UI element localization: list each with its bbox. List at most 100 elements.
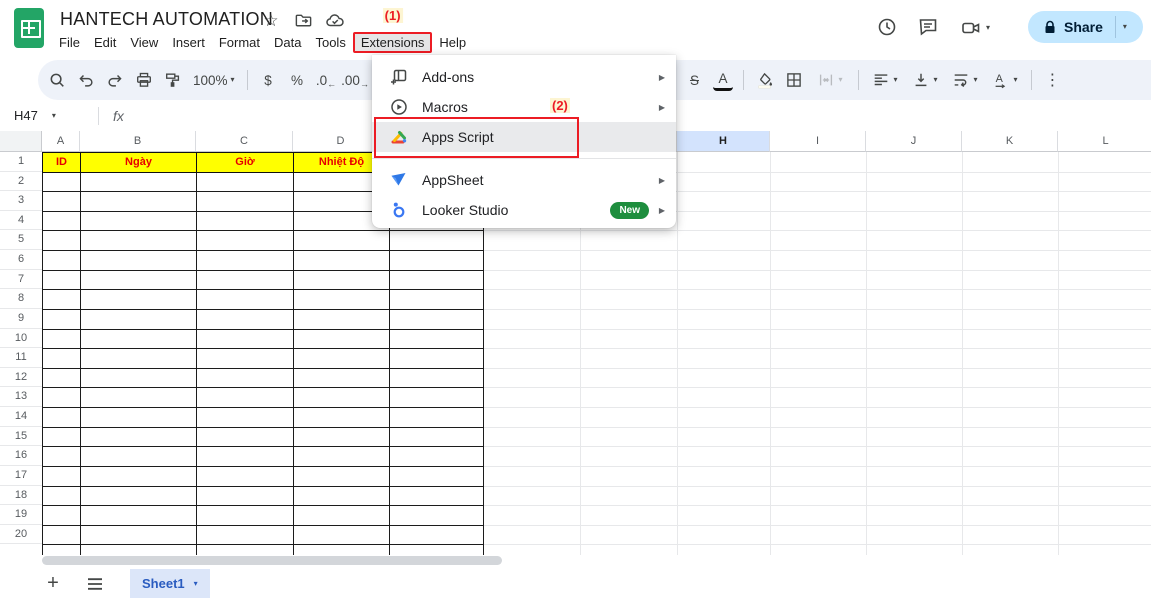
column-header-C[interactable]: C: [196, 131, 293, 152]
column-header-K[interactable]: K: [962, 131, 1058, 152]
row-header-1[interactable]: 1: [0, 152, 42, 172]
table-border: [42, 348, 484, 349]
text-rotation-icon[interactable]: A▾: [985, 66, 1025, 94]
toolbar-divider: [858, 70, 859, 90]
strikethrough-icon[interactable]: S: [680, 66, 709, 94]
table-border: [42, 407, 484, 408]
chevron-down-icon: ▾: [52, 112, 56, 120]
move-folder-icon[interactable]: [293, 11, 313, 31]
menu-item-add-ons[interactable]: Add-ons▶: [372, 62, 676, 92]
sheet-tab-active[interactable]: Sheet1 ▾: [130, 569, 210, 598]
redo-icon[interactable]: [100, 66, 129, 94]
table-border: [42, 486, 484, 487]
column-header-H[interactable]: H: [677, 131, 770, 152]
increase-decimal-icon[interactable]: .00→: [341, 66, 370, 94]
row-header-12[interactable]: 12: [0, 368, 42, 388]
cell-reference: H47: [14, 108, 38, 123]
row-header-18[interactable]: 18: [0, 486, 42, 506]
menubar-item-format[interactable]: Format: [212, 33, 267, 52]
name-box[interactable]: H47 ▾: [0, 108, 90, 123]
comments-icon[interactable]: [917, 16, 941, 40]
text-color-icon[interactable]: A: [713, 70, 733, 91]
row-header-14[interactable]: 14: [0, 407, 42, 427]
row-header-5[interactable]: 5: [0, 230, 42, 250]
format-percent-icon[interactable]: %: [283, 66, 312, 94]
column-header-L[interactable]: L: [1058, 131, 1151, 152]
looker-studio-icon: [389, 200, 409, 220]
fill-color-icon[interactable]: [750, 66, 779, 94]
text-wrapping-icon[interactable]: ▾: [945, 66, 985, 94]
row-header-4[interactable]: 4: [0, 211, 42, 231]
version-history-icon[interactable]: [876, 16, 900, 40]
menubar-item-file[interactable]: File: [52, 33, 87, 52]
row-header-16[interactable]: 16: [0, 446, 42, 466]
search-icon[interactable]: [42, 66, 71, 94]
table-border: [42, 466, 484, 467]
row-header-7[interactable]: 7: [0, 270, 42, 290]
horizontal-align-icon[interactable]: ▾: [865, 66, 905, 94]
zoom-selector[interactable]: 100%▾: [187, 73, 241, 88]
google-sheets-logo[interactable]: [14, 8, 44, 48]
toolbar-divider: [1031, 70, 1032, 90]
row-header-8[interactable]: 8: [0, 289, 42, 309]
format-currency-icon[interactable]: $: [254, 66, 283, 94]
menubar-item-help[interactable]: Help: [432, 33, 473, 52]
column-header-J[interactable]: J: [866, 131, 962, 152]
column-header-A[interactable]: A: [42, 131, 80, 152]
table-border: [42, 270, 484, 271]
cell-B1[interactable]: Ngày: [80, 152, 197, 173]
row-header-3[interactable]: 3: [0, 191, 42, 211]
sheet-tab-label: Sheet1: [142, 576, 185, 591]
grid-line: [677, 152, 678, 555]
menubar-item-edit[interactable]: Edit: [87, 33, 123, 52]
submenu-arrow-icon: ▶: [659, 176, 665, 185]
paint-format-icon[interactable]: [158, 66, 187, 94]
row-header-11[interactable]: 11: [0, 348, 42, 368]
table-border: [42, 505, 484, 506]
meet-presentation-button[interactable]: ▾: [960, 16, 998, 40]
cell-A1[interactable]: ID: [42, 152, 81, 173]
menu-item-appsheet[interactable]: AppSheet ▶: [372, 165, 676, 195]
table-border: [42, 368, 484, 369]
row-header-20[interactable]: 20: [0, 525, 42, 545]
all-sheets-menu-icon[interactable]: [84, 577, 106, 591]
menubar-item-view[interactable]: View: [123, 33, 165, 52]
row-header-19[interactable]: 19: [0, 505, 42, 525]
more-options-icon[interactable]: ⋮: [1038, 66, 1067, 94]
submenu-arrow-icon: ▶: [659, 206, 665, 215]
share-button[interactable]: Share ▾: [1028, 11, 1143, 43]
document-title[interactable]: HANTECH AUTOMATION: [60, 9, 273, 30]
column-header-I[interactable]: I: [770, 131, 866, 152]
fx-icon: fx: [113, 108, 124, 124]
lock-icon: [1043, 20, 1057, 35]
print-icon[interactable]: [129, 66, 158, 94]
menubar-item-tools[interactable]: Tools: [308, 33, 352, 52]
decrease-decimal-icon[interactable]: .0←: [312, 66, 341, 94]
row-header-6[interactable]: 6: [0, 250, 42, 270]
menu-item-label: AppSheet: [422, 172, 484, 188]
add-sheet-button[interactable]: +: [42, 572, 64, 595]
borders-icon[interactable]: [779, 66, 808, 94]
menubar-item-insert[interactable]: Insert: [165, 33, 212, 52]
horizontal-scrollbar[interactable]: [42, 556, 502, 565]
sheet-tab-menu-icon[interactable]: ▾: [194, 580, 198, 588]
chevron-down-icon: ▾: [231, 76, 235, 84]
share-dropdown-icon[interactable]: ▾: [1123, 23, 1127, 31]
row-header-2[interactable]: 2: [0, 172, 42, 192]
row-header-15[interactable]: 15: [0, 427, 42, 447]
row-header-13[interactable]: 13: [0, 387, 42, 407]
row-header-10[interactable]: 10: [0, 329, 42, 349]
menu-item-label: Looker Studio: [422, 202, 508, 218]
star-icon[interactable]: ☆: [261, 11, 281, 31]
menubar-item-extensions[interactable]: Extensions(1): [353, 32, 433, 53]
row-header-17[interactable]: 17: [0, 466, 42, 486]
vertical-align-icon[interactable]: ▾: [905, 66, 945, 94]
table-border: [42, 152, 43, 555]
row-header-9[interactable]: 9: [0, 309, 42, 329]
column-header-B[interactable]: B: [80, 131, 196, 152]
select-all-corner[interactable]: [0, 131, 42, 152]
menubar-item-data[interactable]: Data: [267, 33, 308, 52]
cell-C1[interactable]: Giờ: [196, 152, 294, 173]
menu-item-looker-studio[interactable]: Looker StudioNew▶: [372, 195, 676, 225]
undo-icon[interactable]: [71, 66, 100, 94]
